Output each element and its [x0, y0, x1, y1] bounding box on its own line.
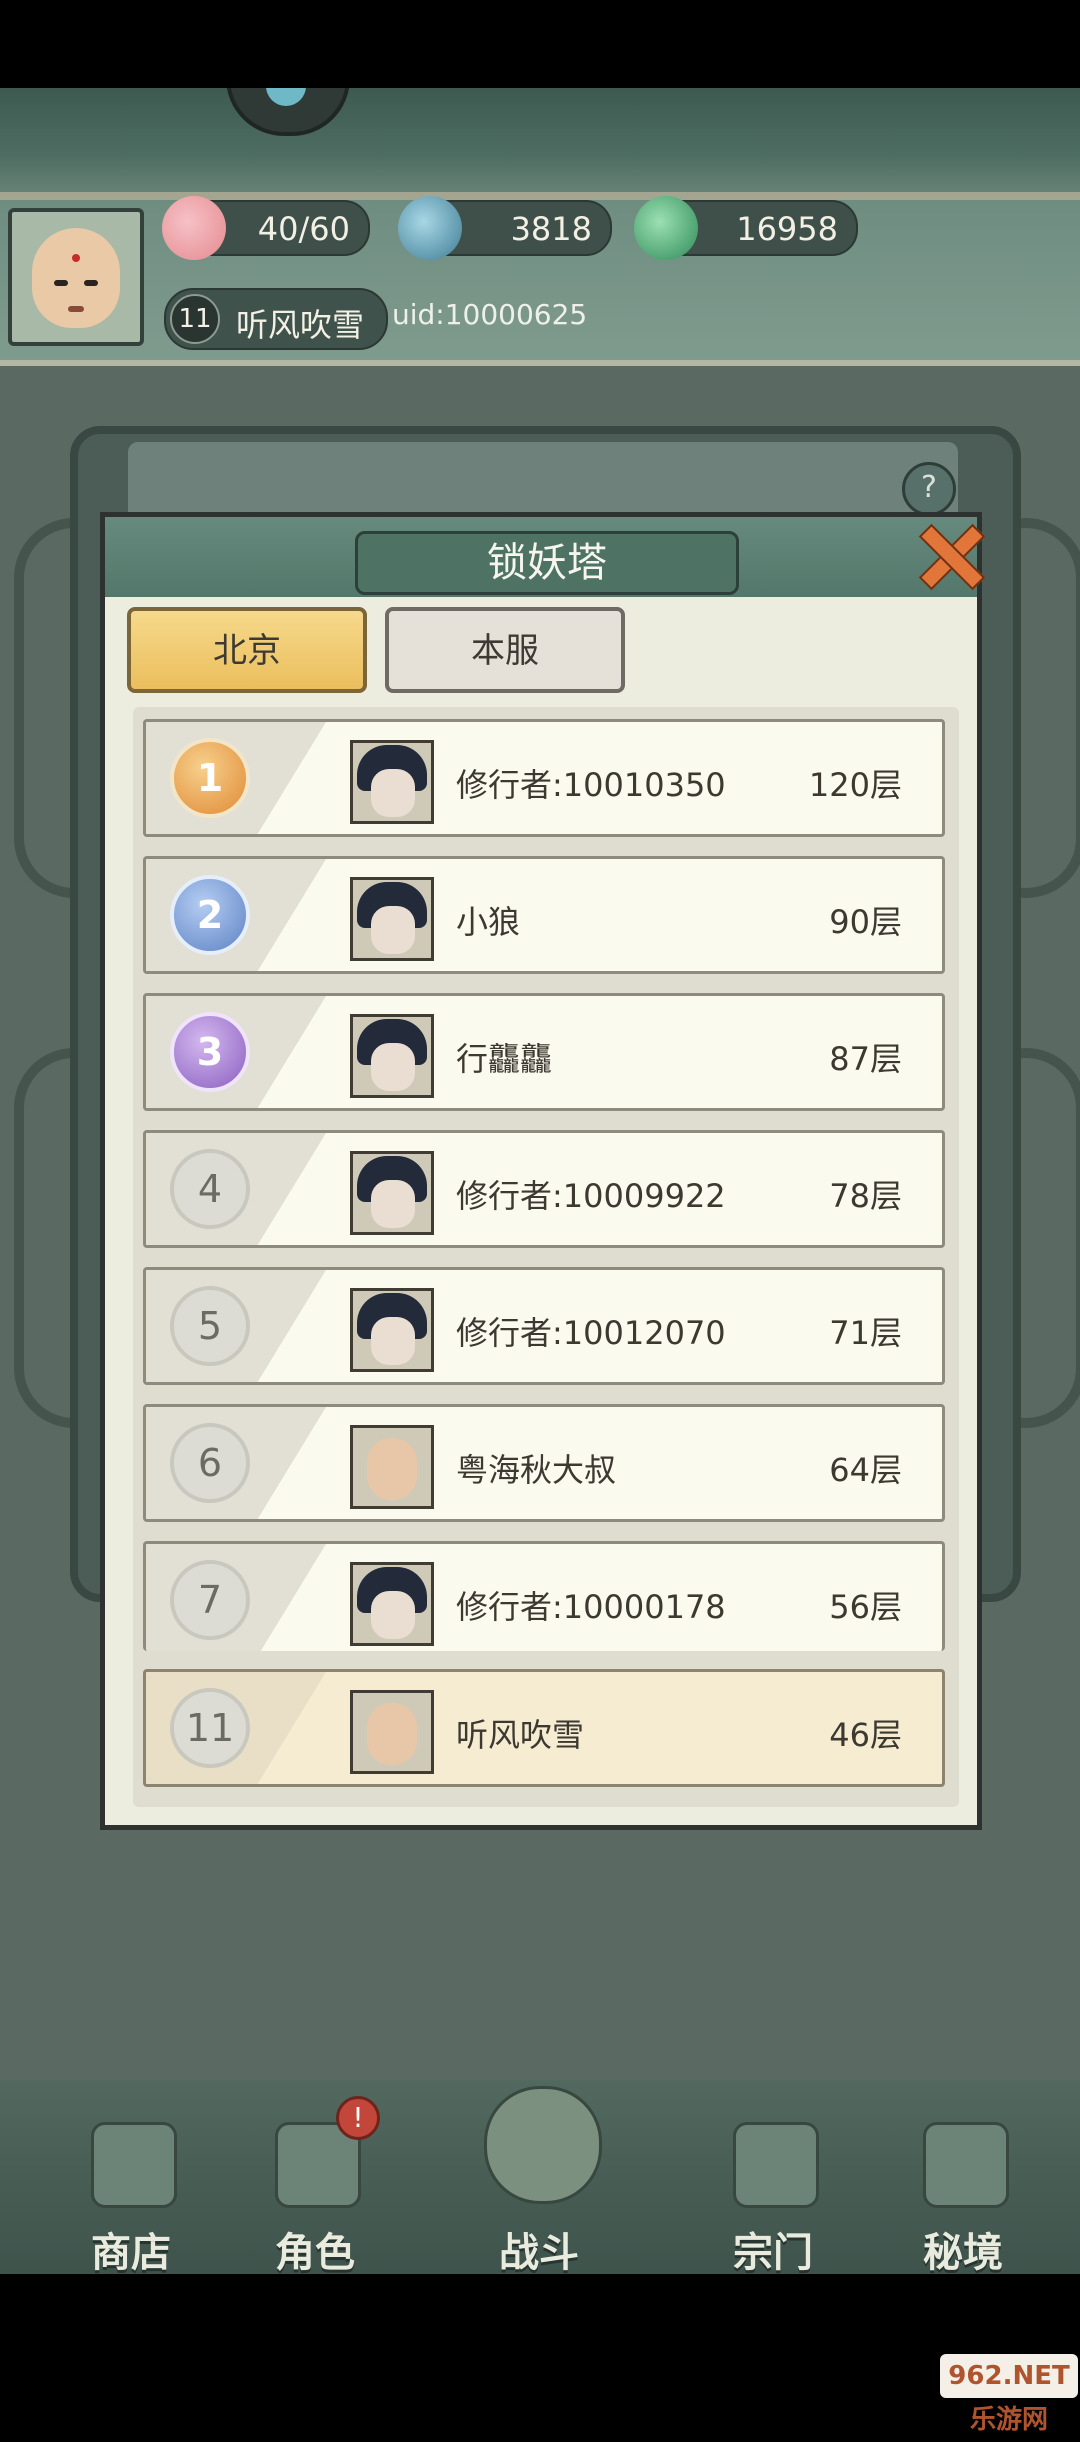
- gem-value: 3818: [510, 210, 592, 248]
- row-player-name: 行龘龘: [456, 1040, 553, 1078]
- player-level: 11: [170, 294, 220, 344]
- rank-badge: 2: [170, 875, 250, 955]
- nav-label: 秘境: [923, 2230, 1003, 2274]
- realm-icon: [923, 2122, 1009, 2208]
- nav-label: 角色: [275, 2230, 355, 2274]
- player-portrait: [350, 877, 434, 961]
- ranking-row[interactable]: 3 行龘龘 87层: [143, 993, 945, 1111]
- ranking-row[interactable]: 7 修行者:10000178 56层: [143, 1541, 945, 1651]
- shop-icon: [91, 2122, 177, 2208]
- nav-label: 战斗: [499, 2230, 579, 2274]
- nav-label: 商店: [91, 2230, 171, 2274]
- own-ranking-row[interactable]: 11 听风吹雪 46层: [143, 1669, 945, 1787]
- stamina-value: 40/60: [257, 210, 350, 248]
- gate-icon: [733, 2122, 819, 2208]
- nav-sect[interactable]: 宗门: [698, 2122, 848, 2274]
- rank-badge: 1: [170, 738, 250, 818]
- player-portrait: [350, 740, 434, 824]
- rank-badge: 3: [170, 1012, 250, 1092]
- nav-secret-realm[interactable]: 秘境: [888, 2122, 1038, 2274]
- row-player-name: 粤海秋大叔: [456, 1451, 617, 1489]
- stamina-counter[interactable]: 40/60: [162, 196, 370, 260]
- nav-label: 宗门: [733, 2230, 813, 2274]
- rank-badge: 6: [170, 1423, 250, 1503]
- row-player-name: 小狼: [456, 903, 521, 941]
- player-portrait: [350, 1562, 434, 1646]
- row-floor: 71层: [829, 1314, 902, 1352]
- bottom-nav: 商店 ! 角色 战斗 宗门 秘境: [0, 2080, 1080, 2274]
- row-player-name: 修行者:10012070: [456, 1314, 726, 1352]
- row-floor: 64层: [829, 1451, 902, 1489]
- player-level-chip: 11 听风吹雪: [164, 288, 388, 350]
- rank-badge: 7: [170, 1560, 250, 1640]
- gem-counter[interactable]: 3818: [398, 196, 612, 260]
- row-floor: 46层: [829, 1716, 902, 1754]
- fish-icon: [398, 196, 462, 260]
- tower-ranking-dialog: 锁妖塔 北京 本服 1 修行者:10010350 120层 2 小狼 90层 3…: [100, 512, 982, 1830]
- spirit-value: 16958: [736, 210, 838, 248]
- player-name: 听风吹雪: [236, 306, 365, 344]
- peach-icon: [162, 196, 226, 260]
- player-portrait: [350, 1014, 434, 1098]
- ranking-list[interactable]: 1 修行者:10010350 120层 2 小狼 90层 3 行龘龘 87层 4…: [133, 707, 959, 1807]
- rank-badge: 11: [170, 1688, 250, 1768]
- row-player-name: 修行者:10010350: [456, 766, 726, 804]
- row-player-name: 修行者:10000178: [456, 1588, 726, 1626]
- dialog-title: 锁妖塔: [355, 531, 739, 595]
- row-player-name: 修行者:10009922: [456, 1177, 726, 1215]
- row-floor: 120层: [808, 766, 902, 804]
- nav-battle[interactable]: 战斗: [464, 2086, 614, 2274]
- ranking-row[interactable]: 1 修行者:10010350 120层: [143, 719, 945, 837]
- row-floor: 78层: [829, 1177, 902, 1215]
- player-portrait: [350, 1690, 434, 1774]
- alert-badge: !: [336, 2096, 380, 2140]
- row-floor: 56层: [829, 1588, 902, 1626]
- top-orb-icon[interactable]: [226, 88, 350, 136]
- nav-character[interactable]: ! 角色: [240, 2096, 390, 2274]
- ranking-row[interactable]: 4 修行者:10009922 78层: [143, 1130, 945, 1248]
- dialog-header: 锁妖塔: [105, 517, 977, 597]
- tab-region[interactable]: 北京: [127, 607, 367, 693]
- tab-server[interactable]: 本服: [385, 607, 625, 693]
- ranking-row[interactable]: 5 修行者:10012070 71层: [143, 1267, 945, 1385]
- ranking-row[interactable]: 2 小狼 90层: [143, 856, 945, 974]
- spirit-counter[interactable]: 16958: [634, 196, 858, 260]
- avatar[interactable]: [8, 208, 144, 346]
- close-icon[interactable]: [913, 523, 983, 587]
- player-portrait: [350, 1425, 434, 1509]
- rank-badge: 4: [170, 1149, 250, 1229]
- dragon-icon: [634, 196, 698, 260]
- nav-shop[interactable]: 商店: [56, 2122, 206, 2274]
- top-bar: [0, 88, 1080, 200]
- ranking-row[interactable]: 6 粤海秋大叔 64层: [143, 1404, 945, 1522]
- watermark-logo: 962.NET 乐游网: [940, 2354, 1078, 2435]
- help-icon[interactable]: ?: [902, 462, 956, 516]
- row-floor: 87层: [829, 1040, 902, 1078]
- crossed-swords-icon: [484, 2086, 602, 2204]
- player-uid: uid:10000625: [392, 298, 588, 331]
- player-portrait: [350, 1288, 434, 1372]
- game-screen: 40/60 3818 16958 11 听风吹雪 uid:10000625 ? …: [0, 88, 1080, 2274]
- row-player-name: 听风吹雪: [456, 1716, 585, 1754]
- rank-badge: 5: [170, 1286, 250, 1366]
- row-floor: 90层: [829, 903, 902, 941]
- player-portrait: [350, 1151, 434, 1235]
